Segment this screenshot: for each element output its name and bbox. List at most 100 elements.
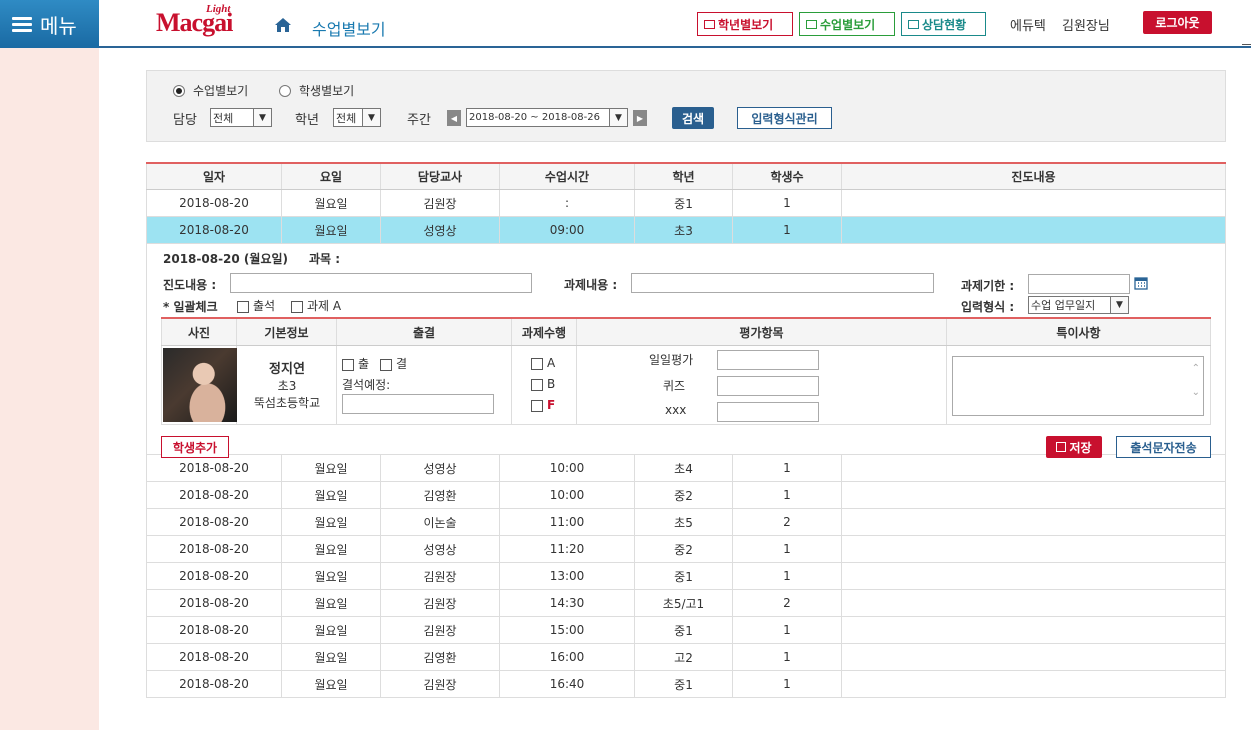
col-students: 학생수: [733, 164, 842, 189]
cell-day: 월요일: [282, 644, 381, 670]
table-row[interactable]: 2018-08-20 월요일 김원장 16:40 중1 1: [146, 671, 1226, 698]
cell-teacher: 이논술: [381, 509, 500, 535]
col-basic-info: 기본정보: [237, 319, 337, 345]
eval-daily-input[interactable]: [717, 350, 819, 370]
progress-input[interactable]: [230, 273, 532, 293]
cell-time: 14:30: [500, 590, 635, 616]
checkbox-icon: [380, 358, 392, 371]
teacher-select[interactable]: 전체 ▼: [210, 108, 272, 127]
send-attendance-sms-button[interactable]: 출석문자전송: [1116, 436, 1211, 458]
table-row[interactable]: 2018-08-20 월요일 김영환 16:00 고2 1: [146, 644, 1226, 671]
remarks-textarea[interactable]: ⌃ ⌄: [952, 356, 1204, 416]
logout-button[interactable]: 로그아웃: [1143, 11, 1212, 34]
radio-student-label: 학생별보기: [299, 84, 355, 98]
format-select[interactable]: 수업 업무일지 ▼: [1028, 296, 1129, 314]
week-select[interactable]: 2018-08-20 ~ 2018-08-26 ▼: [466, 108, 628, 127]
col-progress: 진도내용: [842, 164, 1226, 189]
class-view-button[interactable]: 수업별보기: [799, 12, 895, 36]
attend-absent-label: 결: [396, 357, 408, 371]
progress-label: 진도내용 :: [163, 278, 217, 292]
photo-cell: [161, 346, 237, 424]
student-school: 뚝섬초등학교: [253, 396, 321, 410]
hw-f-checkbox[interactable]: F: [531, 398, 555, 412]
cell-time: 09:00: [500, 217, 635, 243]
table-row[interactable]: 2018-08-20 월요일 김원장 14:30 초5/고1 2: [146, 590, 1226, 617]
cell-teacher: 김원장: [381, 590, 500, 616]
deadline-input[interactable]: [1028, 274, 1130, 294]
search-button[interactable]: 검색: [672, 107, 714, 129]
grade-label: 학년: [295, 113, 319, 128]
eval-xxx-input[interactable]: [717, 402, 819, 422]
save-label: 저장: [1069, 440, 1092, 455]
hw-a-checkbox[interactable]: A: [531, 356, 555, 370]
checkbox-icon: [531, 357, 543, 370]
table-row[interactable]: 2018-08-20 월요일 이논술 11:00 초5 2: [146, 509, 1226, 536]
bulk-attend-checkbox[interactable]: 출석: [237, 297, 275, 314]
cell-day: 월요일: [282, 590, 381, 616]
add-student-button[interactable]: 학생추가: [161, 436, 229, 458]
grade-select[interactable]: 전체 ▼: [333, 108, 381, 127]
col-time: 수업시간: [500, 164, 635, 189]
scroll-up-icon[interactable]: ⌃: [1192, 363, 1200, 374]
prev-week-button[interactable]: ◀: [447, 110, 461, 126]
attend-present-checkbox[interactable]: 출: [342, 355, 369, 372]
cell-day: 월요일: [282, 455, 381, 481]
logo[interactable]: Macgai Light: [156, 3, 233, 38]
cell-teacher: 김영환: [381, 644, 500, 670]
calendar-icon[interactable]: [1134, 276, 1148, 290]
cell-students: 1: [733, 671, 842, 697]
menu-button[interactable]: 메뉴: [0, 0, 99, 48]
attend-absent-checkbox[interactable]: 결: [380, 355, 407, 372]
remarks-cell: ⌃ ⌄: [947, 346, 1211, 424]
cell-day: 월요일: [282, 536, 381, 562]
grade-view-button[interactable]: 학년별보기: [697, 12, 793, 36]
col-grade: 학년: [635, 164, 733, 189]
table-row[interactable]: 2018-08-20 월요일 김영환 10:00 중2 1: [146, 482, 1226, 509]
absence-plan-label: 결석예정:: [342, 378, 391, 392]
id-card-icon: [908, 19, 919, 29]
cell-time: 15:00: [500, 617, 635, 643]
class-table-rows: 2018-08-20 월요일 성영상 10:00 초4 1 2018-08-20 월요일 김영환…: [146, 455, 1226, 698]
cell-progress: [842, 190, 1226, 216]
table-row-selected[interactable]: 2018-08-20 월요일 성영상 09:00 초3 1: [146, 217, 1226, 244]
attendance-cell: 출 결 결석예정:: [337, 346, 512, 424]
col-day: 요일: [282, 164, 381, 189]
table-row[interactable]: 2018-08-20 월요일 김원장 : 중1 1: [146, 190, 1226, 217]
cell-date: 2018-08-20: [146, 455, 282, 481]
hw-b-checkbox[interactable]: B: [531, 377, 555, 391]
bulk-homework-checkbox[interactable]: 과제 A: [291, 297, 341, 314]
eval-quiz-input[interactable]: [717, 376, 819, 396]
cell-day: 월요일: [282, 509, 381, 535]
home-icon[interactable]: [274, 17, 292, 33]
cell-date: 2018-08-20: [146, 509, 282, 535]
student-table: 사진 기본정보 출결 과제수행 평가항목 특이사항 정지연 초3 뚝섬초등학교: [161, 317, 1211, 425]
eval-item-label: 퀴즈: [663, 379, 686, 393]
homework-label: 과제내용 :: [564, 278, 618, 292]
table-row[interactable]: 2018-08-20 월요일 김원장 15:00 중1 1: [146, 617, 1226, 644]
week-select-value: 2018-08-20 ~ 2018-08-26: [469, 112, 600, 123]
cell-grade: 중1: [635, 671, 733, 697]
table-row[interactable]: 2018-08-20 월요일 성영상 10:00 초4 1: [146, 455, 1226, 482]
absence-plan-input[interactable]: [342, 394, 494, 414]
format-manage-button[interactable]: 입력형식관리: [737, 107, 832, 129]
table-row[interactable]: 2018-08-20 월요일 성영상 11:20 중2 1: [146, 536, 1226, 563]
cell-day: 월요일: [282, 563, 381, 589]
table-row[interactable]: 2018-08-20 월요일 김원장 13:00 중1 1: [146, 563, 1226, 590]
homework-input[interactable]: [631, 273, 934, 293]
radio-student-view[interactable]: 학생별보기: [279, 82, 354, 99]
student-photo: [163, 348, 237, 422]
cell-students: 1: [733, 617, 842, 643]
cell-students: 1: [733, 482, 842, 508]
chevron-down-icon: ▼: [1110, 297, 1128, 313]
radio-class-view[interactable]: 수업별보기: [173, 82, 248, 99]
consult-status-button[interactable]: 상담현황: [901, 12, 986, 36]
save-button[interactable]: 저장: [1046, 436, 1102, 458]
homework-cell: A B F: [512, 346, 577, 424]
next-week-button[interactable]: ▶: [633, 110, 647, 126]
student-row: 정지연 초3 뚝섬초등학교 출 결 결석예정: A B F 일일평가 퀴즈 xx…: [161, 346, 1211, 425]
cell-grade: 초5/고1: [635, 590, 733, 616]
cell-progress: [842, 482, 1226, 508]
format-select-value: 수업 업무일지: [1031, 299, 1096, 312]
scroll-down-icon[interactable]: ⌄: [1192, 387, 1200, 398]
detail-date: 2018-08-20 (월요일): [163, 252, 289, 266]
